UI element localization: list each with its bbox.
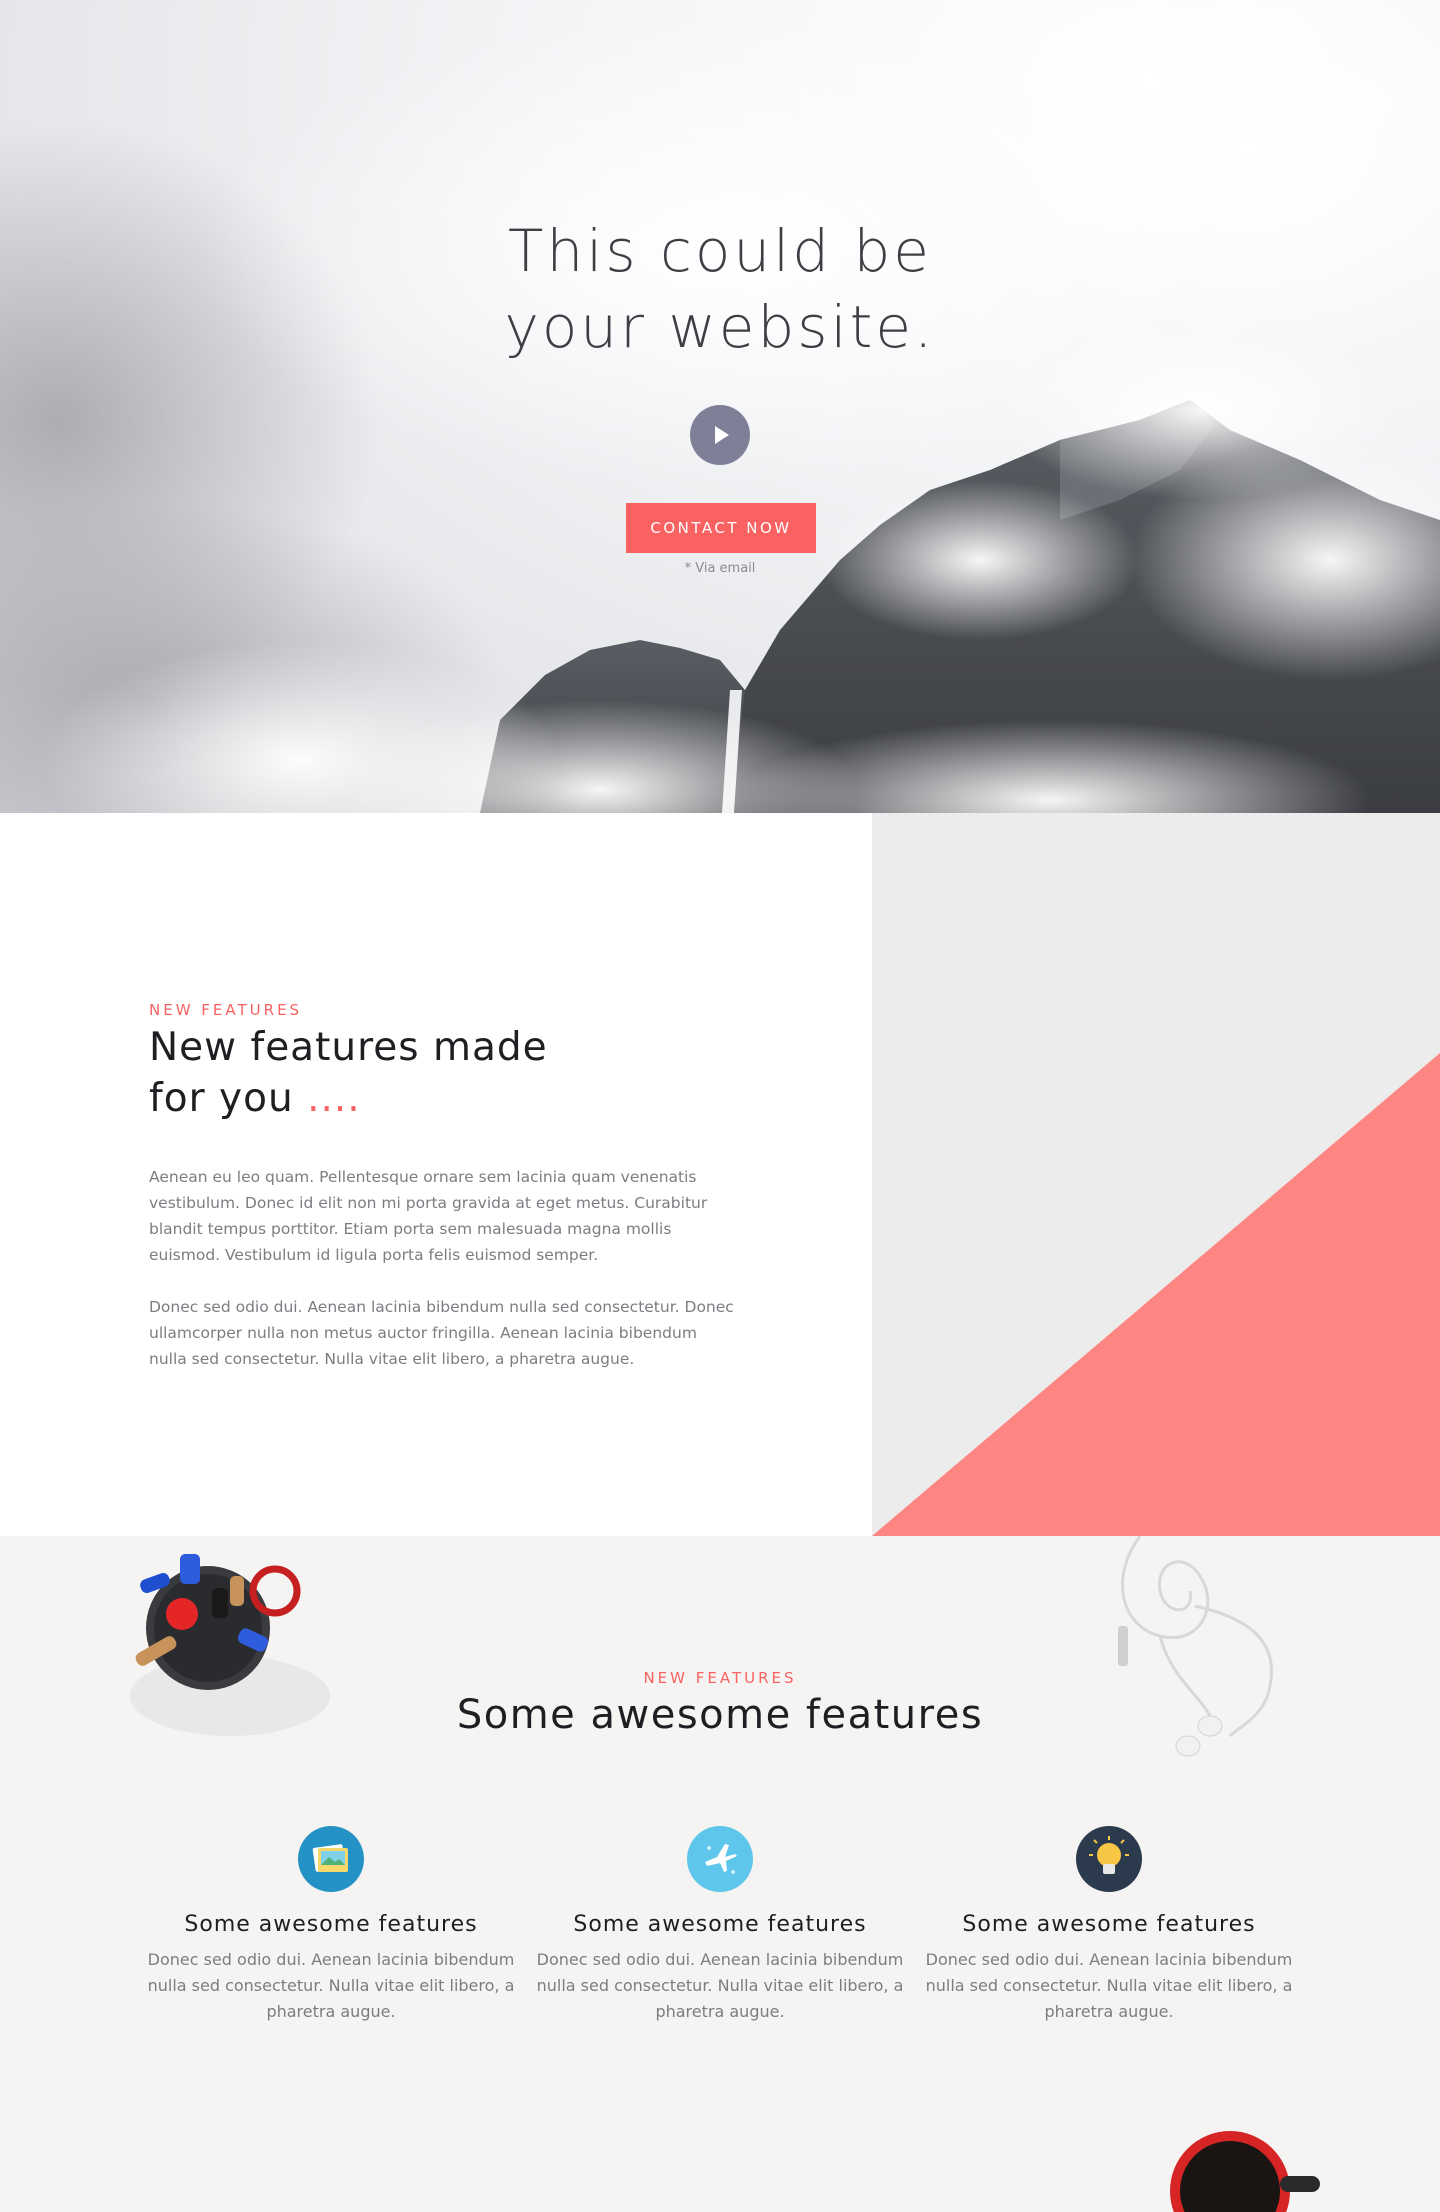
coral-triangle-graphic <box>872 1053 1440 1536</box>
features-eyebrow: NEW FEATURES <box>643 1669 797 1687</box>
image-icon <box>298 1826 364 1892</box>
intro-paragraph-2: Donec sed odio dui. Aenean lacinia biben… <box>149 1298 734 1368</box>
feature-title: Some awesome features <box>962 1912 1256 1937</box>
hero-title: This could be your website. <box>0 213 1440 365</box>
pen-holder-image <box>130 1554 330 1736</box>
hero-section: This could be your website. CONTACT NOW … <box>0 0 1440 813</box>
hero-title-line2: your website. <box>504 293 936 361</box>
hero-title-line1: This could be <box>508 217 932 285</box>
play-icon <box>715 426 729 444</box>
heading-line1: New features made <box>149 1025 548 1070</box>
new-features-section: NEW FEATURES New features made for you .… <box>0 813 1440 1536</box>
section-heading: New features made for you .... <box>149 1022 709 1124</box>
feature-text: Donec sed odio dui. Aenean lacinia biben… <box>925 1950 1293 2021</box>
awesome-features-section: NEW FEATURES Some awesome features Some … <box>0 1536 1440 2212</box>
feature-card: Some awesome features Donec sed odio dui… <box>146 1826 516 2025</box>
feature-title: Some awesome features <box>184 1912 478 1937</box>
via-email-note: * Via email <box>684 561 756 576</box>
coffee-cup-image <box>1170 2131 1320 2212</box>
features-title: Some awesome features <box>456 1692 984 1738</box>
lightbulb-icon <box>1076 1826 1142 1892</box>
feature-card: Some awesome features Donec sed odio dui… <box>924 1826 1294 2025</box>
feature-title: Some awesome features <box>573 1912 867 1937</box>
section-eyebrow: NEW FEATURES <box>149 1001 303 1019</box>
decorative-panel <box>872 813 1440 1536</box>
airplane-icon <box>687 1826 753 1892</box>
feature-text: Donec sed odio dui. Aenean lacinia biben… <box>147 1950 515 2021</box>
feature-card: Some awesome features Donec sed odio dui… <box>535 1826 905 2025</box>
contact-now-button[interactable]: CONTACT NOW <box>626 503 816 553</box>
feature-text: Donec sed odio dui. Aenean lacinia biben… <box>536 1950 904 2021</box>
heading-line2: for you <box>149 1076 294 1121</box>
play-video-button[interactable] <box>690 405 750 465</box>
heading-accent-dots: .... <box>307 1076 361 1121</box>
intro-paragraph-1: Aenean eu leo quam. Pellentesque ornare … <box>149 1168 708 1264</box>
